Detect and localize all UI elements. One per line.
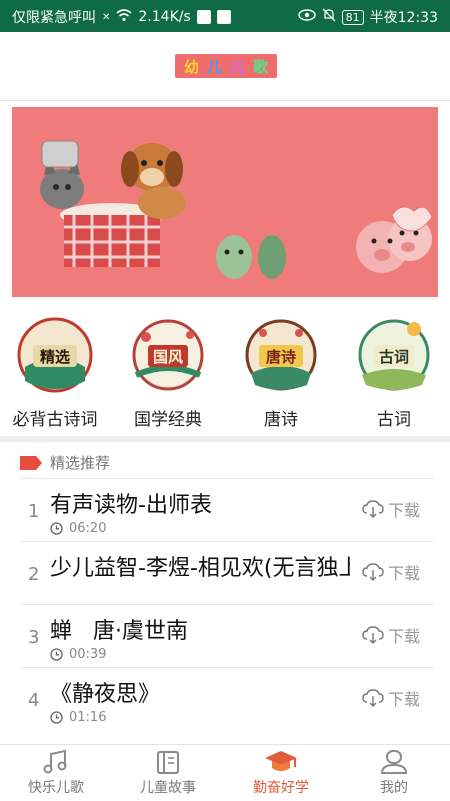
notification-icon (196, 10, 211, 24)
clock-icon (50, 711, 63, 724)
section-title: 精选推荐 (50, 454, 111, 472)
tab-label: 快乐儿歌 (28, 780, 84, 796)
cloud-download-icon (362, 626, 384, 644)
track-title[interactable]: 蝉 唐·虞世南 (50, 613, 350, 645)
tab-label: 儿童故事 (140, 780, 196, 796)
category-label: 唐诗 (264, 410, 298, 430)
track-number: 1 (28, 501, 40, 522)
tag-icon (20, 455, 42, 470)
music-note-icon (39, 749, 73, 775)
clock-icon (50, 648, 63, 661)
track-duration: 01:16 (50, 710, 106, 725)
track-duration: 06:20 (50, 521, 106, 536)
category-label: 古词 (377, 410, 411, 430)
section-header: 精选推荐 (20, 452, 110, 473)
bottom-tab-bar: 快乐儿歌 儿童故事 勤奋好学 我的 (0, 744, 450, 801)
category-item-ci-poems[interactable]: 古词 古词 (339, 315, 449, 430)
notification-icon (216, 10, 231, 24)
duration-text: 01:16 (69, 710, 107, 725)
download-label: 下载 (387, 501, 420, 520)
category-badge-icon: 精选 (15, 315, 95, 395)
category-item-featured[interactable]: 精选 必背古诗词 (0, 315, 110, 430)
tab-songs[interactable]: 快乐儿歌 (0, 745, 112, 801)
cloud-download-icon (362, 689, 384, 707)
category-label: 必背古诗词 (12, 410, 98, 430)
badge-text: 唐诗 (266, 348, 296, 366)
download-button[interactable]: 下载 (362, 497, 420, 521)
download-button[interactable]: 下载 (362, 623, 420, 647)
download-button[interactable]: 下载 (362, 560, 420, 584)
section-divider (0, 436, 450, 442)
banner-illustration (12, 107, 438, 297)
track-number: 2 (28, 564, 40, 585)
category-item-tang-poems[interactable]: 唐诗 唐诗 (226, 315, 336, 430)
tab-mine[interactable]: 我的 (338, 745, 450, 801)
list-item[interactable]: 2 少儿益智-李煜-相见欢(无言独上西楼) 下载 (20, 541, 434, 604)
badge-text: 国风 (153, 348, 183, 366)
badge-text: 精选 (40, 348, 70, 366)
logo-char: 儿 (230, 57, 246, 76)
track-list: 1 有声读物-出师表 06:20 下载 2 少儿益智-李煜-相见欢(无言独上西楼… (20, 478, 434, 730)
category-grid: 精选 必背古诗词 国风 国学经典 唐诗 唐诗 古词 古词 (0, 315, 450, 435)
category-item-guofeng[interactable]: 国风 国学经典 (113, 315, 223, 430)
logo-char: 歌 (253, 57, 269, 76)
list-item[interactable]: 3 蝉 唐·虞世南 00:39 下载 (20, 604, 434, 667)
mute-bell-icon (322, 8, 336, 26)
category-badge-icon: 古词 (354, 315, 434, 395)
app-header: 幼 儿 儿 歌 (0, 32, 450, 101)
cloud-download-icon (362, 563, 384, 581)
graduation-cap-icon (264, 749, 298, 775)
category-badge-icon: 唐诗 (241, 315, 321, 395)
list-item[interactable]: 1 有声读物-出师表 06:20 下载 (20, 478, 434, 541)
track-title[interactable]: 少儿益智-李煜-相见欢(无言独上西楼) (50, 550, 350, 582)
wifi-icon (116, 8, 132, 26)
logo-char: 幼 (183, 57, 199, 76)
net-speed: 2.14K/s (138, 9, 191, 25)
tab-stories[interactable]: 儿童故事 (112, 745, 224, 801)
clock-text: 半夜12:33 (369, 10, 438, 26)
status-bar: 仅限紧急呼叫 ✕ 2.14K/s 81 半夜12:33 (0, 0, 450, 32)
track-number: 3 (28, 627, 40, 648)
eye-icon (297, 9, 316, 25)
tab-label: 勤奋好学 (253, 780, 309, 796)
list-item[interactable]: 4 《静夜思》 01:16 下载 (20, 667, 434, 730)
download-label: 下载 (387, 627, 420, 646)
tab-label: 我的 (380, 780, 408, 796)
profile-icon (377, 749, 411, 775)
banner-image[interactable] (12, 107, 438, 297)
download-label: 下载 (387, 690, 420, 709)
duration-text: 06:20 (69, 521, 107, 536)
track-number: 4 (28, 690, 40, 711)
download-label: 下载 (387, 564, 420, 583)
track-title[interactable]: 《静夜思》 (50, 676, 350, 708)
clock-icon (50, 522, 63, 535)
duration-text: 00:39 (69, 647, 107, 662)
battery-indicator: 81 (341, 9, 364, 25)
download-button[interactable]: 下载 (362, 686, 420, 710)
badge-text: 古词 (379, 348, 409, 366)
app-logo: 幼 儿 儿 歌 (175, 54, 277, 78)
cloud-download-icon (362, 500, 384, 518)
category-badge-icon: 国风 (128, 315, 208, 395)
category-label: 国学经典 (134, 410, 202, 430)
signal-icon: ✕ (102, 11, 111, 23)
track-duration: 00:39 (50, 647, 106, 662)
track-title[interactable]: 有声读物-出师表 (50, 487, 350, 519)
book-icon (151, 749, 185, 775)
carrier-text: 仅限紧急呼叫 (12, 10, 96, 26)
logo-char: 儿 (206, 57, 222, 76)
tab-study[interactable]: 勤奋好学 (225, 745, 337, 801)
